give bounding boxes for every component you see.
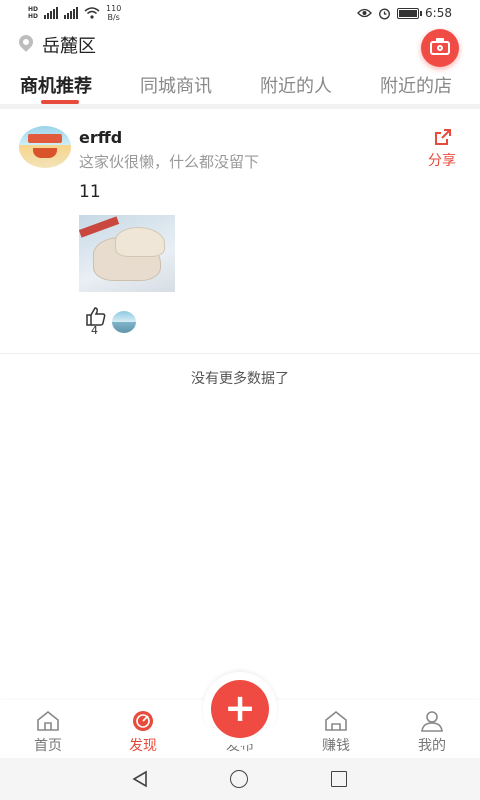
discover-icon bbox=[133, 711, 153, 731]
share-icon bbox=[435, 129, 451, 145]
section-divider bbox=[0, 104, 480, 109]
network-speed-value: 110 bbox=[106, 4, 122, 13]
nav-earn-label: 赚钱 bbox=[322, 738, 350, 754]
location-header: 岳麓区 bbox=[0, 26, 480, 67]
earn-icon bbox=[325, 710, 347, 731]
system-nav-bar bbox=[0, 758, 480, 800]
recent-apps-icon[interactable] bbox=[331, 771, 347, 787]
nav-earn[interactable]: 赚钱 bbox=[296, 700, 376, 758]
nav-profile[interactable]: 我的 bbox=[392, 700, 472, 758]
post-username[interactable]: erffd bbox=[79, 128, 122, 147]
feed-post[interactable]: erffd 这家伙很懒，什么都没留下 分享 11 4 bbox=[0, 110, 480, 354]
publish-button[interactable]: + bbox=[211, 680, 269, 738]
network-speed-unit: B/s bbox=[107, 13, 120, 22]
status-bar: HD HD 110 B/s 6:58 bbox=[0, 0, 480, 26]
back-icon[interactable] bbox=[131, 770, 149, 788]
tab-business-recommend[interactable]: 商机推荐 bbox=[20, 72, 92, 98]
feed-end-text: 没有更多数据了 bbox=[191, 371, 289, 387]
hd-indicator: HD HD bbox=[28, 6, 39, 20]
battery-level bbox=[399, 9, 418, 17]
signal-icon-2 bbox=[64, 7, 79, 19]
status-right: 6:58 bbox=[357, 6, 452, 20]
network-speed: 110 B/s bbox=[106, 4, 121, 22]
tab-nearby-people[interactable]: 附近的人 bbox=[260, 72, 332, 98]
battery-icon bbox=[397, 7, 423, 19]
nav-home-label: 首页 bbox=[34, 738, 62, 754]
signal-icon bbox=[44, 7, 59, 19]
profile-icon bbox=[421, 711, 443, 732]
camera-icon bbox=[430, 38, 450, 55]
wifi-icon bbox=[84, 7, 100, 19]
post-text: 11 bbox=[79, 182, 101, 202]
nav-discover[interactable]: 发现 bbox=[103, 700, 183, 758]
home-circle-icon[interactable] bbox=[230, 770, 248, 788]
share-button[interactable]: 分享 bbox=[424, 126, 468, 170]
plus-icon: + bbox=[224, 686, 256, 730]
post-image[interactable] bbox=[79, 215, 175, 292]
location-selector[interactable]: 岳麓区 bbox=[42, 32, 96, 58]
nav-profile-label: 我的 bbox=[418, 738, 446, 754]
category-tabs: 商机推荐 同城商讯 附近的人 附近的店 bbox=[0, 66, 480, 104]
nav-home[interactable]: 首页 bbox=[8, 700, 88, 758]
tab-local-news[interactable]: 同城商讯 bbox=[140, 72, 212, 98]
camera-button[interactable] bbox=[421, 29, 459, 67]
tab-nearby-stores[interactable]: 附近的店 bbox=[380, 72, 452, 98]
share-label: 分享 bbox=[428, 153, 456, 169]
home-icon bbox=[37, 710, 59, 731]
clock: 6:58 bbox=[425, 6, 452, 20]
nav-discover-label: 发现 bbox=[129, 738, 157, 754]
alarm-icon bbox=[379, 8, 390, 19]
eye-icon bbox=[357, 8, 372, 18]
like-count: 4 bbox=[91, 324, 98, 337]
user-avatar[interactable] bbox=[19, 126, 71, 168]
post-user-bio: 这家伙很懒，什么都没留下 bbox=[79, 153, 260, 171]
status-left: HD HD 110 B/s bbox=[28, 4, 121, 22]
liker-avatar[interactable] bbox=[112, 311, 136, 333]
thumbs-up-icon[interactable] bbox=[85, 306, 107, 326]
location-pin-icon bbox=[16, 32, 36, 52]
